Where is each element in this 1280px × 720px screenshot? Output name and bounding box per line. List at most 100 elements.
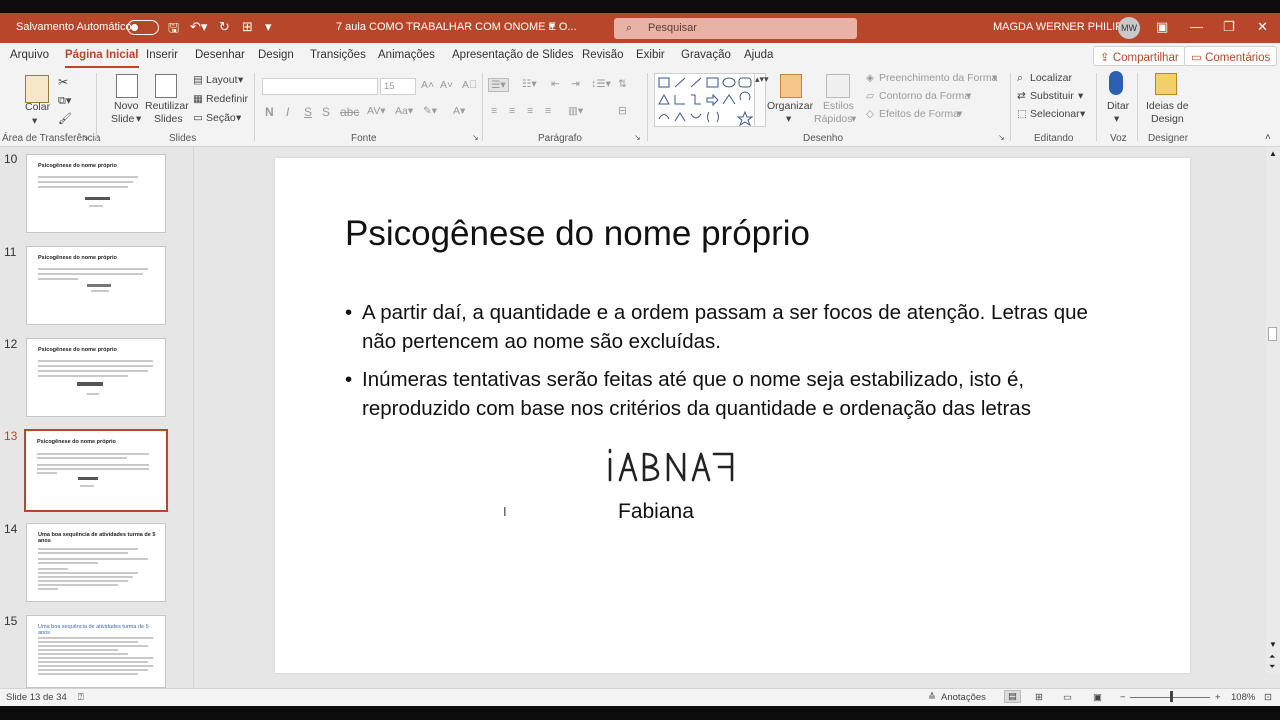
find-button[interactable]: Localizar [1030, 72, 1072, 84]
align-left-icon[interactable]: ≡ [491, 105, 497, 117]
shape-effects-icon[interactable]: ◇ [866, 108, 874, 120]
dialog-launcher-icon[interactable]: ↘ [634, 133, 641, 142]
chevron-down-icon[interactable]: ▾ [966, 90, 971, 102]
user-name[interactable]: MAGDA WERNER PHILIPPI [993, 21, 1133, 33]
italic-icon[interactable]: I [286, 105, 289, 119]
chevron-down-icon[interactable]: ▾ [1114, 113, 1119, 125]
search-box[interactable]: ⌕ Pesquisar [614, 18, 857, 39]
dialog-launcher-icon[interactable]: ↘ [998, 133, 1005, 142]
quick-styles-label-1[interactable]: Estilos [823, 100, 854, 112]
numbering-icon[interactable]: ☷▾ [522, 78, 537, 90]
slide-thumbnail-14[interactable]: Uma boa sequência de atividades turma de… [26, 523, 166, 602]
vertical-scrollbar[interactable]: ▲ ▼ ⏶ ⏷ [1266, 147, 1280, 674]
normal-view-icon[interactable]: ▤ [1004, 690, 1021, 703]
scroll-thumb[interactable] [1268, 327, 1277, 341]
minimize-icon[interactable]: — [1190, 19, 1203, 34]
chevron-down-icon[interactable]: ▼ [548, 21, 557, 31]
design-ideas-label-1[interactable]: Ideias de [1146, 100, 1189, 112]
format-painter-icon[interactable]: 🖌 [58, 112, 72, 125]
reuse-slides-icon[interactable] [155, 74, 177, 98]
tab-ajuda[interactable]: Ajuda [744, 49, 773, 61]
slide-thumbnail-13[interactable]: Psicogênese do nome próprio [24, 429, 168, 512]
layout-button[interactable]: Layout [206, 74, 238, 86]
line-spacing-icon[interactable]: ↕☰▾ [591, 78, 611, 90]
text-direction-icon[interactable]: ⇅ [618, 78, 627, 90]
chevron-down-icon[interactable]: ▾ [851, 113, 856, 125]
arrange-icon[interactable] [780, 74, 802, 98]
slideshow-icon[interactable]: ▣ [1093, 692, 1102, 703]
design-ideas-icon[interactable] [1155, 73, 1177, 95]
bullets-icon[interactable]: ☰▾ [488, 78, 509, 92]
handwriting-caption[interactable]: Fabiana [618, 500, 694, 524]
accessibility-icon[interactable]: ⍰ [78, 692, 84, 703]
scroll-up-icon[interactable]: ▲ [1269, 149, 1277, 158]
new-slide-label-1[interactable]: Novo [114, 100, 139, 112]
shape-outline-button[interactable]: Contorno da Forma [879, 90, 970, 102]
fit-to-window-icon[interactable]: ⊡ [1264, 692, 1272, 703]
next-slide-icon[interactable]: ⏷ [1269, 662, 1275, 672]
quick-styles-icon[interactable] [826, 74, 850, 98]
save-icon[interactable]: 🖫 [168, 19, 179, 41]
reset-icon[interactable]: ▦ [193, 93, 203, 105]
collapse-ribbon-icon[interactable]: ˄ [1265, 132, 1271, 143]
share-button[interactable]: ⇪ Compartilhar [1093, 46, 1186, 66]
font-color-icon[interactable]: A▾ [453, 105, 465, 117]
slide-thumbnail-12[interactable]: Psicogênese do nome próprio [26, 338, 166, 417]
dictate-label[interactable]: Ditar [1107, 100, 1129, 112]
chevron-down-icon[interactable]: ▾ [236, 112, 241, 124]
autosave-toggle[interactable] [127, 20, 159, 35]
slide-title[interactable]: Psicogênese do nome próprio [345, 214, 810, 254]
reading-view-icon[interactable]: ▭ [1063, 692, 1072, 703]
document-title[interactable]: 7 aula COMO TRABALHAR COM ONOME E O... [336, 21, 577, 33]
increase-indent-icon[interactable]: ⇥ [571, 78, 580, 90]
section-icon[interactable]: ▭ [193, 112, 203, 124]
comments-button[interactable]: ▭ Comentários [1184, 46, 1278, 66]
redo-icon[interactable]: ↻ [219, 19, 230, 35]
chevron-down-icon[interactable]: ▾ [1080, 108, 1085, 120]
dialog-launcher-icon[interactable]: ↘ [82, 133, 89, 142]
zoom-in-icon[interactable]: + [1215, 692, 1221, 703]
zoom-level[interactable]: 108% [1231, 692, 1255, 703]
tab-animacoes[interactable]: Animações [378, 49, 435, 61]
new-slide-label-2[interactable]: Slide [111, 113, 134, 125]
tab-revisao[interactable]: Revisão [582, 49, 624, 61]
slide-thumbnail-15[interactable]: Uma boa sequência de atividades turma de… [26, 615, 166, 688]
highlight-icon[interactable]: ✎▾ [423, 105, 437, 117]
avatar[interactable]: MW [1118, 17, 1140, 39]
font-size-input[interactable]: 15 [380, 78, 416, 95]
dialog-launcher-icon[interactable]: ↘ [472, 133, 479, 142]
notes-icon[interactable]: ≙ [928, 692, 936, 703]
paste-label[interactable]: Colar [25, 101, 50, 113]
tab-transicoes[interactable]: Transições [310, 49, 366, 61]
chevron-down-icon[interactable]: ▾ [992, 72, 997, 84]
section-button[interactable]: Seção [206, 112, 236, 124]
replace-icon[interactable]: ⇄ [1017, 90, 1026, 102]
find-icon[interactable]: ⌕ [1017, 72, 1023, 85]
chevron-down-icon[interactable]: ▾ [786, 113, 791, 125]
select-button[interactable]: Selecionar [1030, 108, 1080, 120]
decrease-indent-icon[interactable]: ⇤ [551, 78, 560, 90]
slide-thumbnail-panel[interactable]: 10 Psicogênese do nome próprio 11 Psicog… [0, 147, 194, 688]
customize-qat-icon[interactable]: ▾ [265, 19, 272, 35]
present-icon[interactable]: ⊞ [242, 19, 253, 35]
slide-thumbnail-11[interactable]: Psicogênese do nome próprio [26, 246, 166, 325]
tab-inserir[interactable]: Inserir [146, 49, 178, 61]
clear-format-icon[interactable]: A⃠ [462, 79, 477, 91]
tab-arquivo[interactable]: Arquivo [10, 49, 49, 61]
justify-icon[interactable]: ≡ [545, 105, 551, 117]
shrink-font-icon[interactable]: A˅ [440, 79, 453, 91]
underline-icon[interactable]: S [304, 105, 312, 119]
shape-fill-icon[interactable]: ◈ [866, 72, 874, 84]
shadow-icon[interactable]: S [322, 105, 330, 119]
scroll-down-icon[interactable]: ▼ [1269, 640, 1277, 649]
slide-canvas[interactable]: Psicogênese do nome próprio • A partir d… [275, 158, 1190, 673]
tab-pagina-inicial[interactable]: Página Inicial [65, 49, 139, 68]
bold-icon[interactable]: N [265, 105, 274, 119]
zoom-slider-thumb[interactable] [1170, 691, 1173, 702]
tab-design[interactable]: Design [258, 49, 294, 61]
grow-font-icon[interactable]: A˄ [421, 79, 434, 91]
spacing-icon[interactable]: AV▾ [367, 105, 386, 117]
quick-styles-label-2[interactable]: Rápidos [814, 113, 853, 125]
design-ideas-label-2[interactable]: Design [1151, 113, 1184, 125]
arrange-label[interactable]: Organizar [767, 100, 813, 112]
